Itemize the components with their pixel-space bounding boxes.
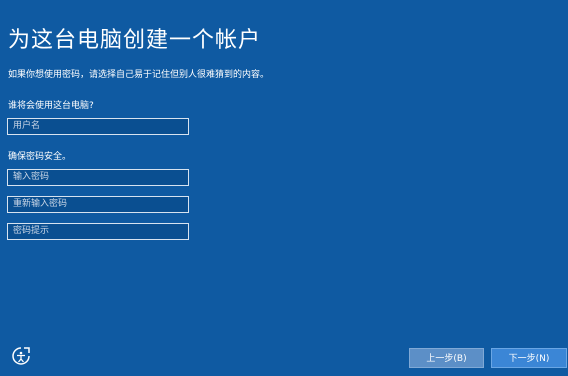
back-button[interactable]: 上一步(B) — [409, 348, 484, 368]
user-question-label: 谁将会使用这台电脑? — [8, 101, 94, 111]
page-title: 为这台电脑创建一个帐户 — [8, 28, 262, 53]
password-security-label: 确保密码安全。 — [8, 152, 72, 162]
page-subtitle: 如果你想使用密码，请选择自己易于记住但别人很难猜到的内容。 — [8, 70, 270, 80]
accessibility-icon[interactable] — [10, 345, 32, 367]
next-button[interactable]: 下一步(N) — [491, 348, 567, 368]
password-hint-input[interactable]: 密码提示 — [7, 223, 189, 240]
reenter-password-input[interactable]: 重新输入密码 — [7, 196, 189, 213]
password-input[interactable]: 输入密码 — [7, 169, 189, 186]
username-input[interactable]: 用户名 — [7, 118, 189, 135]
